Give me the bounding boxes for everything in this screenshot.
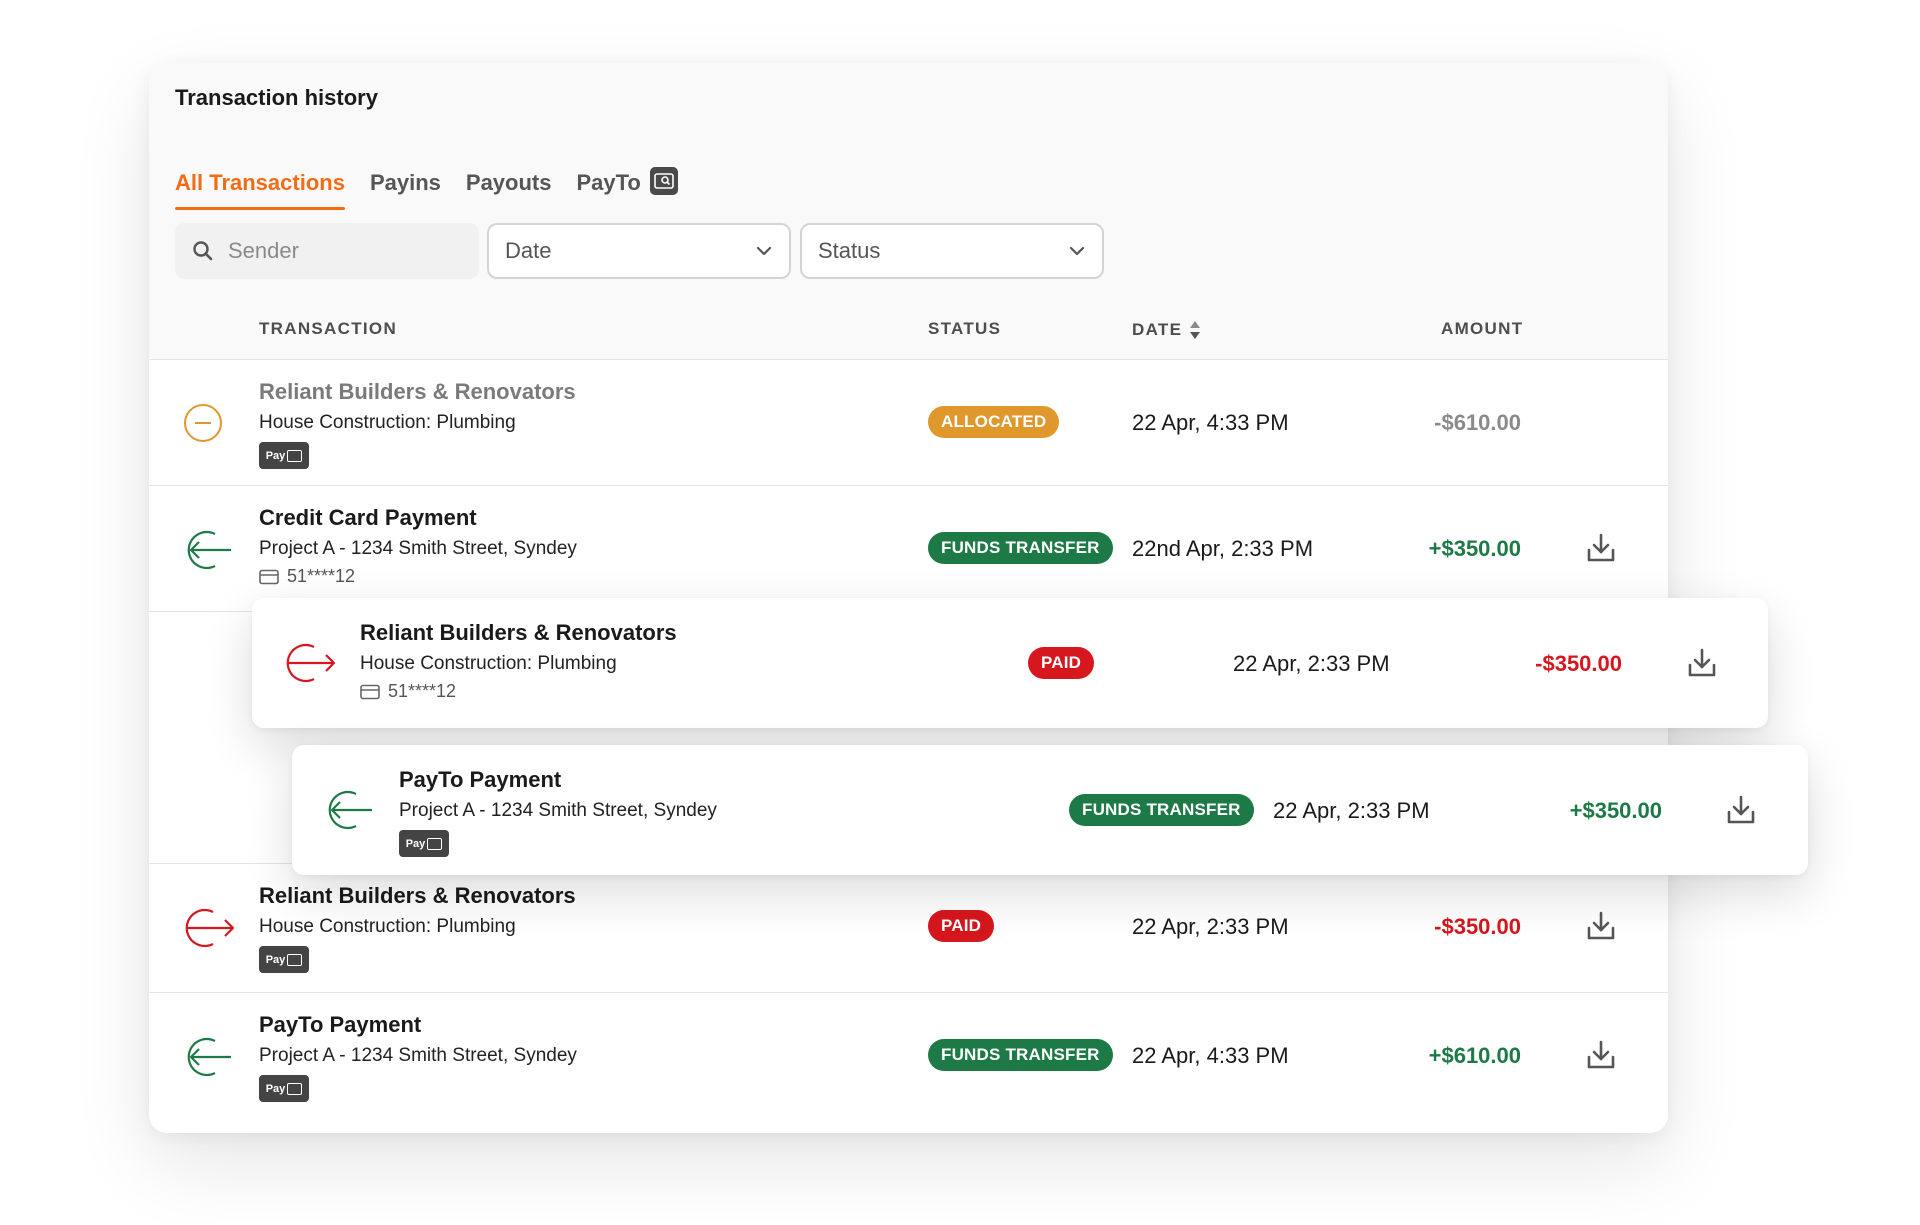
transaction-name: Reliant Builders & Renovators (259, 379, 576, 404)
date-filter-label: Date (505, 238, 552, 263)
payto-search-icon (649, 167, 678, 195)
download-icon[interactable] (1726, 794, 1756, 826)
incoming-arrow-icon (187, 1037, 231, 1077)
credit-card-icon (259, 569, 279, 584)
transaction-description: Project A - 1234 Smith Street, Syndey (259, 1045, 577, 1066)
payto-chip-label: Pay (265, 1082, 286, 1095)
credit-card-icon (360, 684, 380, 699)
search-input[interactable] (228, 238, 448, 264)
incoming-arrow-icon (187, 530, 231, 570)
column-header-date[interactable]: DATE (1132, 319, 1202, 341)
transaction-description: House Construction: Plumbing (259, 412, 516, 433)
column-header-transaction: TRANSACTION (259, 319, 398, 338)
status-badge: PAID (928, 910, 995, 942)
outgoing-arrow-icon (286, 643, 336, 683)
status-badge: FUNDS TRANSFER (1069, 794, 1254, 826)
tab-bar: All Transactions Payins Payouts PayTo (175, 160, 703, 210)
transaction-amount: +$350.00 (1569, 798, 1662, 823)
tab-payto-label: PayTo (576, 170, 641, 195)
pending-icon (184, 404, 222, 442)
status-filter-label: Status (818, 238, 881, 263)
card-number: 51****12 (287, 566, 356, 586)
card-info: 51****12 (259, 566, 355, 587)
tab-payouts[interactable]: Payouts (466, 160, 552, 210)
download-icon[interactable] (1586, 1039, 1616, 1071)
sort-icon (1190, 321, 1201, 339)
tab-payto[interactable]: PayTo (576, 160, 678, 210)
transaction-amount: -$350.00 (1434, 914, 1521, 939)
payto-chip-label: Pay (265, 953, 286, 966)
column-header-amount: AMOUNT (1441, 319, 1524, 338)
transaction-date: 22nd Apr, 2:33 PM (1132, 536, 1314, 561)
chevron-down-icon (756, 246, 772, 256)
transaction-description: House Construction: Plumbing (360, 653, 617, 674)
transaction-description: House Construction: Plumbing (259, 916, 516, 937)
column-header-status: STATUS (928, 319, 1002, 338)
status-badge: PAID (1028, 647, 1095, 679)
transaction-date: 22 Apr, 2:33 PM (1273, 798, 1430, 823)
transaction-date: 22 Apr, 2:33 PM (1132, 914, 1289, 939)
table-row-elevated[interactable]: PayTo Payment Project A - 1234 Smith Str… (292, 745, 1808, 875)
card-number: 51****12 (388, 681, 457, 701)
column-header-date-label: DATE (1132, 320, 1183, 339)
incoming-arrow-icon (328, 790, 372, 830)
payto-chip-label: Pay (405, 837, 426, 850)
payto-chip: Pay (259, 946, 309, 973)
transaction-name: Reliant Builders & Renovators (259, 883, 576, 908)
payto-chip: Pay (399, 830, 449, 857)
table-row[interactable]: Reliant Builders & Renovators House Cons… (149, 360, 1668, 486)
transaction-name: Reliant Builders & Renovators (360, 620, 677, 645)
transaction-date: 22 Apr, 4:33 PM (1132, 1043, 1289, 1068)
transaction-amount: +$610.00 (1428, 1043, 1521, 1068)
transaction-date: 22 Apr, 2:33 PM (1233, 651, 1390, 676)
transaction-description: Project A - 1234 Smith Street, Syndey (259, 538, 577, 559)
download-icon[interactable] (1687, 647, 1717, 679)
status-filter-select[interactable]: Status (800, 223, 1104, 279)
page-title: Transaction history (175, 85, 378, 110)
table-row[interactable]: Reliant Builders & Renovators House Cons… (149, 864, 1668, 990)
download-icon[interactable] (1586, 910, 1616, 942)
transaction-name: PayTo Payment (399, 767, 562, 792)
transaction-amount: -$350.00 (1535, 651, 1622, 676)
search-field[interactable] (175, 223, 479, 279)
outgoing-arrow-icon (185, 908, 235, 948)
search-icon (193, 241, 213, 261)
transaction-date: 22 Apr, 4:33 PM (1132, 410, 1289, 435)
transaction-description: Project A - 1234 Smith Street, Syndey (399, 800, 717, 821)
payto-chip: Pay (259, 442, 309, 469)
status-badge: FUNDS TRANSFER (928, 1039, 1113, 1071)
status-badge: ALLOCATED (928, 406, 1060, 438)
status-badge: FUNDS TRANSFER (928, 532, 1113, 564)
transaction-name: PayTo Payment (259, 1012, 422, 1037)
transaction-amount: -$610.00 (1434, 410, 1521, 435)
payto-chip: Pay (259, 1075, 309, 1102)
table-row[interactable]: Credit Card Payment Project A - 1234 Smi… (149, 486, 1668, 612)
chevron-down-icon (1069, 246, 1085, 256)
table-row-elevated[interactable]: Reliant Builders & Renovators House Cons… (252, 598, 1768, 728)
transaction-name: Credit Card Payment (259, 505, 477, 530)
download-icon[interactable] (1586, 532, 1616, 564)
table-row[interactable]: PayTo Payment Project A - 1234 Smith Str… (149, 993, 1668, 1119)
card-info: 51****12 (360, 681, 456, 702)
payto-chip-label: Pay (265, 449, 286, 462)
date-filter-select[interactable]: Date (487, 223, 791, 279)
tab-payins[interactable]: Payins (370, 160, 441, 210)
transaction-amount: +$350.00 (1428, 536, 1521, 561)
tab-all-transactions[interactable]: All Transactions (175, 160, 345, 210)
